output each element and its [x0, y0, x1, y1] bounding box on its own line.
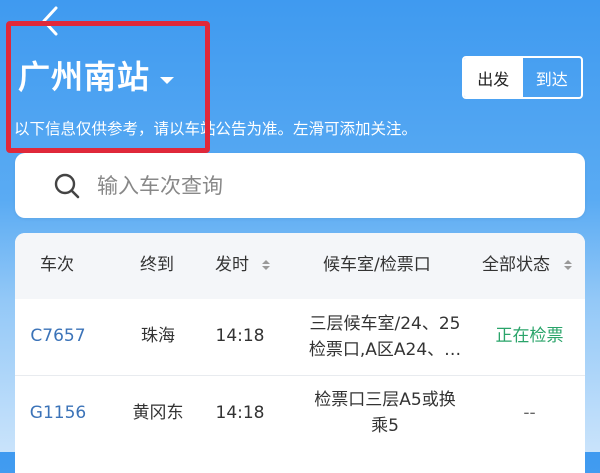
search-icon [54, 173, 80, 198]
status-label: -- [523, 403, 536, 423]
direction-toggle: 出发 到达 [462, 56, 583, 99]
caret-down-icon [160, 76, 175, 84]
back-arrow-icon[interactable] [36, 4, 66, 38]
search-input[interactable] [95, 172, 539, 199]
arrival-tab[interactable]: 到达 [523, 58, 582, 97]
departure-tab[interactable]: 出发 [464, 58, 523, 97]
col-depart-time[interactable]: 发时 [215, 253, 249, 277]
waiting-room-line1: 三层候车室/24、25 [309, 314, 461, 334]
col-waiting-room: 候车室/检票口 [323, 255, 431, 275]
depart-time: 14:18 [215, 403, 265, 423]
sort-icon[interactable] [262, 260, 270, 272]
col-train: 车次 [40, 255, 74, 275]
notice-text: 以下信息仅供参考，请以车站公告为准。左滑可添加关注。 [14, 120, 418, 138]
table-row[interactable]: C7657 珠海 14:18 三层候车室/24、25 检票口,A区A24、… 正… [15, 299, 585, 375]
waiting-room-line2: 检票口,A区A24、… [308, 340, 462, 360]
col-terminal: 终到 [140, 255, 174, 275]
depart-time: 14:18 [215, 326, 265, 346]
station-selector[interactable]: 广州南站 [18, 57, 175, 97]
terminal-station: 黄冈东 [132, 403, 184, 423]
train-number[interactable]: C7657 [15, 324, 101, 348]
screen: { "header": { "back_label": "<", "statio… [0, 0, 600, 473]
table-header: 车次 终到 发时 候车室/检票口 全部状态 [15, 233, 585, 299]
train-number[interactable]: G1156 [15, 401, 101, 425]
search-bar[interactable] [15, 153, 585, 218]
waiting-room-line1: 检票口三层A5或换 [314, 390, 456, 410]
table-row[interactable]: G1156 黄冈东 14:18 检票口三层A5或换 乘5 -- [15, 376, 585, 452]
station-name: 广州南站 [18, 58, 151, 96]
waiting-room-line2: 乘5 [371, 416, 399, 436]
status-label: 正在检票 [495, 326, 564, 346]
departure-table: 车次 终到 发时 候车室/检票口 全部状态 C7657 珠海 14:18 三层候… [15, 233, 585, 473]
status-filter-icon[interactable] [564, 260, 572, 272]
terminal-station: 珠海 [141, 326, 175, 346]
col-status[interactable]: 全部状态 [482, 253, 550, 277]
